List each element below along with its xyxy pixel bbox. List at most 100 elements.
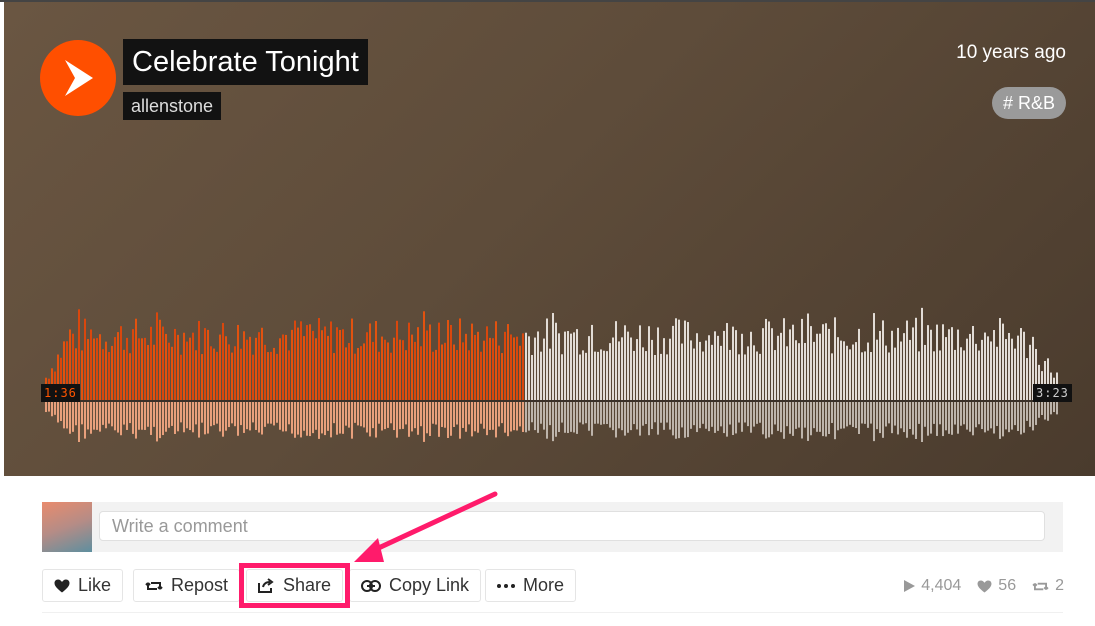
- waveform-reflection: [540, 402, 542, 424]
- play-button[interactable]: [40, 40, 116, 116]
- waveform-bar: [261, 327, 263, 400]
- waveform-reflection: [777, 402, 779, 431]
- waveform-bar: [252, 354, 254, 400]
- waveform-bar: [276, 353, 278, 400]
- waveform-bar: [246, 339, 248, 400]
- waveform-bar: [258, 332, 260, 400]
- waveform-reflection: [888, 402, 890, 424]
- waveform-bar: [495, 321, 497, 400]
- waveform-reflection: [945, 402, 947, 431]
- waveform-bar: [354, 353, 356, 400]
- waveform-reflection: [738, 402, 740, 423]
- comment-input[interactable]: [99, 511, 1045, 541]
- waveform-reflection: [702, 402, 704, 424]
- waveform-reflection: [675, 402, 677, 439]
- waveform-bar: [288, 350, 290, 400]
- waveform-reflection: [393, 402, 395, 431]
- waveform-bar: [237, 324, 239, 400]
- artist-name[interactable]: allenstone: [123, 92, 222, 120]
- like-label: Like: [78, 575, 112, 595]
- waveform-bar: [669, 338, 671, 400]
- waveform[interactable]: [4, 302, 1095, 442]
- waveform-bar: [267, 352, 269, 400]
- waveform-bar: [657, 327, 659, 400]
- waveform-reflection: [615, 402, 617, 438]
- waveform-bar: [363, 343, 365, 400]
- waveform-bar: [960, 347, 962, 400]
- genre-tag[interactable]: # R&B: [991, 87, 1066, 119]
- waveform-reflection: [792, 402, 794, 436]
- more-button[interactable]: More: [485, 569, 577, 602]
- waveform-bar: [801, 318, 803, 400]
- waveform-reflection: [1020, 402, 1022, 435]
- waveform-bar: [738, 354, 740, 400]
- track-title[interactable]: Celebrate Tonight: [123, 39, 368, 85]
- waveform-bar: [108, 351, 110, 400]
- waveform-bar: [837, 337, 839, 400]
- waveform-bar: [135, 318, 137, 400]
- waveform-reflection: [939, 402, 941, 425]
- heart-count-icon: [977, 579, 992, 593]
- waveform-bar: [144, 337, 146, 400]
- copy-link-button[interactable]: Copy Link: [349, 569, 482, 602]
- waveform-bar: [642, 347, 644, 400]
- waveform-reflection: [546, 402, 548, 439]
- waveform-bar: [195, 350, 197, 400]
- waveform-bar: [279, 338, 281, 400]
- waveform-reflection: [522, 402, 524, 432]
- waveform-reflection: [144, 402, 146, 430]
- waveform-reflection: [678, 402, 680, 439]
- waveform-reflection: [609, 402, 611, 428]
- waveform-reflection: [630, 402, 632, 431]
- waveform-bar: [711, 344, 713, 400]
- waveform-reflection: [948, 402, 950, 434]
- track-hero: Celebrate Tonight allenstone 10 years ag…: [4, 2, 1095, 476]
- like-button[interactable]: Like: [42, 569, 124, 602]
- waveform-reflection: [783, 402, 785, 439]
- waveform-bar: [585, 352, 587, 400]
- waveform-reflection: [672, 402, 674, 436]
- waveform-reflection: [345, 402, 347, 426]
- waveform-bar: [852, 344, 854, 400]
- waveform-bar: [1020, 328, 1022, 400]
- waveform-bar: [942, 324, 944, 400]
- waveform-reflection: [726, 402, 728, 437]
- waveform-bar: [651, 339, 653, 400]
- waveform-bar: [864, 351, 866, 400]
- waveform-reflection: [114, 402, 116, 431]
- reposts-stat[interactable]: 2: [1032, 577, 1064, 595]
- waveform-bar: [243, 331, 245, 400]
- waveform-bar: [540, 351, 542, 400]
- waveform-reflection: [573, 402, 575, 433]
- waveform-bar: [975, 343, 977, 400]
- waveform-bar: [957, 329, 959, 400]
- waveform-bar: [810, 326, 812, 400]
- waveform-reflection: [621, 402, 623, 431]
- waveform-bar: [1002, 323, 1004, 400]
- waveform-bar: [216, 351, 218, 400]
- waveform-reflection: [282, 402, 284, 432]
- waveform-bar: [828, 328, 830, 400]
- waveform-reflection: [978, 402, 980, 425]
- waveform-reflection: [663, 402, 665, 430]
- waveform-reflection: [1002, 402, 1004, 437]
- waveform-reflection: [351, 402, 353, 439]
- waveform-reflection: [189, 402, 191, 431]
- waveform-reflection: [249, 402, 251, 431]
- waveform-reflection: [597, 402, 599, 424]
- waveform-reflection: [81, 402, 83, 425]
- waveform-reflection: [126, 402, 128, 430]
- waveform-bar: [690, 340, 692, 400]
- waveform-reflection: [627, 402, 629, 433]
- waveform-bar: [1017, 335, 1019, 400]
- waveform-reflection: [300, 402, 302, 438]
- repost-button[interactable]: Repost: [133, 569, 241, 602]
- user-avatar[interactable]: [42, 502, 92, 552]
- likes-stat[interactable]: 56: [977, 577, 1016, 595]
- waveform-reflection: [279, 402, 281, 430]
- waveform-reflection: [603, 402, 605, 425]
- waveform-reflection: [975, 402, 977, 428]
- waveform-reflection: [780, 402, 782, 433]
- waveform-bar: [198, 320, 200, 400]
- waveform-reflection: [774, 402, 776, 425]
